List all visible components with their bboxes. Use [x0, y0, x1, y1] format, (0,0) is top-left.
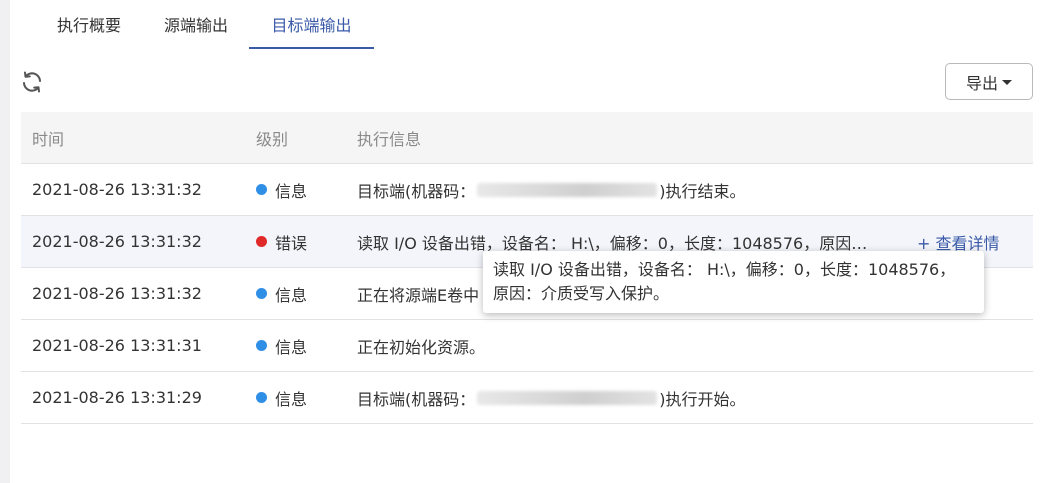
table-header: 时间 级别 执行信息 — [21, 112, 1033, 164]
row-level-label: 信息 — [275, 181, 308, 201]
row-level: 信息 — [256, 164, 307, 215]
row-level: 信息 — [256, 372, 307, 423]
table-row: 2021-08-26 13:31:29 信息 目标端(机器码： )执行开始。 — [21, 372, 1033, 424]
row-message-prefix: 目标端(机器码： — [357, 389, 476, 409]
column-header-message: 执行信息 — [357, 129, 422, 149]
export-button[interactable]: 导出 — [945, 63, 1033, 100]
row-message-text: 正在初始化资源。 — [357, 337, 486, 357]
redacted-machine-code — [477, 390, 658, 405]
table-row: 2021-08-26 13:31:32 信息 目标端(机器码： )执行结束。 — [21, 164, 1033, 216]
column-header-time: 时间 — [32, 129, 65, 149]
info-status-dot — [256, 288, 267, 299]
row-level-label: 信息 — [275, 337, 308, 357]
export-button-label: 导出 — [965, 73, 998, 93]
caret-down-icon — [1002, 80, 1012, 85]
row-message-suffix: )执行开始。 — [659, 389, 746, 409]
row-level-label: 信息 — [275, 285, 308, 305]
tab-source-output[interactable]: 源端输出 — [160, 0, 232, 48]
row-level-label: 错误 — [275, 233, 308, 253]
row-message: 正在将源端E卷中 — [357, 268, 479, 319]
row-message-suffix: )执行结束。 — [659, 181, 746, 201]
error-detail-tooltip: 读取 I/O 设备出错，设备名： H:\，偏移：0，长度：1048576， 原因… — [483, 251, 984, 313]
info-status-dot — [256, 340, 267, 351]
refresh-icon[interactable] — [20, 70, 44, 94]
table-row: 2021-08-26 13:31:31 信息 正在初始化资源。 — [21, 320, 1033, 372]
info-status-dot — [256, 184, 267, 195]
tab-execution-summary[interactable]: 执行概要 — [53, 0, 125, 48]
column-header-level: 级别 — [256, 129, 289, 149]
tooltip-line-2: 原因：介质受写入保护。 — [493, 284, 670, 303]
row-time: 2021-08-26 13:31:31 — [32, 336, 202, 355]
row-time: 2021-08-26 13:31:32 — [32, 284, 202, 303]
row-message: 正在初始化资源。 — [357, 320, 485, 371]
row-time: 2021-08-26 13:31:32 — [32, 232, 202, 251]
tooltip-line-1: 读取 I/O 设备出错，设备名： H:\，偏移：0，长度：1048576， — [493, 260, 956, 279]
row-level: 信息 — [256, 268, 307, 319]
info-status-dot — [256, 392, 267, 403]
row-level-label: 信息 — [275, 389, 308, 409]
redacted-machine-code — [477, 182, 658, 197]
row-time: 2021-08-26 13:31:32 — [32, 180, 202, 199]
error-status-dot — [256, 236, 267, 247]
row-time: 2021-08-26 13:31:29 — [32, 388, 202, 407]
log-panel: 执行概要 源端输出 目标端输出 导出 时间 级别 执行信息 2021-08-26… — [10, 0, 1041, 483]
tab-bar: 执行概要 源端输出 目标端输出 — [10, 0, 1041, 49]
active-tab-underline — [249, 47, 374, 49]
row-level: 信息 — [256, 320, 307, 371]
row-message: 目标端(机器码： )执行开始。 — [357, 372, 746, 423]
row-message: 目标端(机器码： )执行结束。 — [357, 164, 746, 215]
row-message-text: 读取 I/O 设备出错，设备名： H:\，偏移：0，长度：1048576，原因… — [357, 233, 868, 253]
row-message-text: 正在将源端E卷中 — [357, 285, 480, 305]
tab-target-output[interactable]: 目标端输出 — [249, 0, 374, 48]
row-message-prefix: 目标端(机器码： — [357, 181, 476, 201]
row-level: 错误 — [256, 216, 307, 267]
